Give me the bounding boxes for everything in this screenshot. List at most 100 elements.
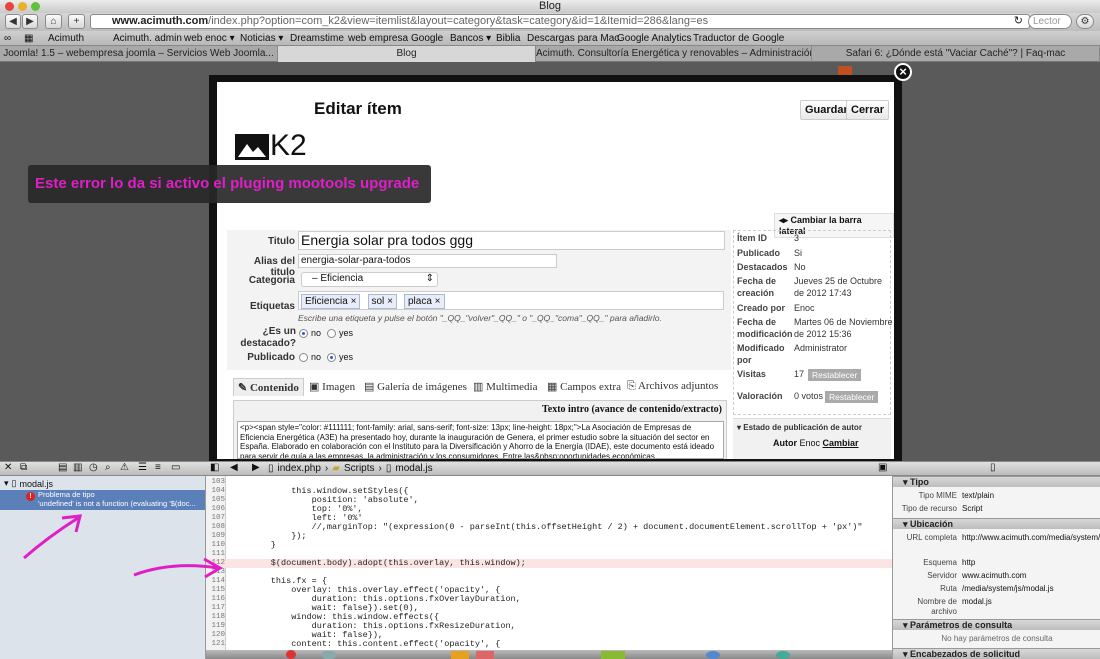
network-icon[interactable]: ▥: [73, 462, 82, 473]
close-button[interactable]: Cerrar: [846, 100, 890, 120]
reading-list-icon[interactable]: ∞: [4, 31, 11, 46]
tag-chip[interactable]: Eficiencia ×: [301, 294, 361, 309]
tag-chip[interactable]: sol ×: [367, 294, 397, 309]
change-author-link[interactable]: Cambiar: [823, 438, 859, 448]
nav-back-icon[interactable]: ◀: [230, 462, 238, 473]
meta-value: 0 votos: [794, 391, 824, 401]
back-button[interactable]: ◀: [5, 14, 21, 29]
intro-text-label: Texto intro (avance de contenido/extract…: [542, 404, 722, 415]
tab-gallery[interactable]: ▤ Galería de imágenes: [360, 378, 471, 395]
dock-app-icon[interactable]: [322, 651, 336, 659]
close-inspector-icon[interactable]: ✕: [4, 462, 12, 473]
tag-chip[interactable]: placa ×: [403, 294, 445, 309]
remove-tag-icon[interactable]: ×: [435, 296, 441, 307]
timeline-icon[interactable]: ◷: [89, 462, 98, 473]
reload-icon[interactable]: ↻: [1014, 15, 1023, 28]
browser-tab-active[interactable]: Blog: [278, 46, 536, 62]
breadcrumb-item[interactable]: index.php: [278, 463, 321, 474]
modal-close-icon[interactable]: ×: [894, 63, 912, 81]
section-headers-header[interactable]: ▾ Encabezados de solicitud: [893, 648, 1100, 659]
search-icon[interactable]: ⌕: [105, 462, 111, 473]
reader-button[interactable]: Lector: [1028, 14, 1072, 29]
minimize-window-icon[interactable]: [18, 2, 27, 11]
title-label: Titulo: [267, 236, 295, 247]
bookmark-item[interactable]: Acimuth: [48, 31, 84, 46]
meta-value: Administrator: [794, 343, 848, 353]
remove-tag-icon[interactable]: ×: [387, 296, 393, 307]
address-bar[interactable]: www.acimuth.com/index.php?option=com_k2&…: [90, 14, 1030, 29]
line-number: 108: [211, 523, 225, 531]
dock-app-icon[interactable]: [451, 651, 469, 659]
dock-icon[interactable]: ⧉: [20, 462, 27, 473]
section-type-header[interactable]: ▾ Tipo: [893, 476, 1100, 487]
zoom-window-icon[interactable]: [31, 2, 40, 11]
error-row[interactable]: ! Problema de tipo 'undefined' is not a …: [0, 490, 205, 510]
reset-hits-button[interactable]: Restablecer: [808, 369, 862, 381]
tab-image[interactable]: ▣ Imagen: [305, 378, 359, 395]
featured-label: ¿Es un destacado?: [240, 326, 296, 349]
tab-content[interactable]: ✎ Contenido: [233, 378, 304, 396]
browser-tab[interactable]: Joomla! 1.5 – webempresa joomla – Servic…: [0, 46, 278, 62]
nav-forward-icon[interactable]: ▶: [252, 462, 260, 473]
new-tab-button[interactable]: +: [68, 14, 85, 29]
save-button[interactable]: Guardar: [800, 100, 853, 120]
bookmark-item[interactable]: Google Analytics: [617, 31, 692, 46]
home-button[interactable]: ⌂: [45, 14, 62, 29]
tab-extra-fields[interactable]: ▦ Campos extra: [543, 378, 625, 395]
dock-app-icon[interactable]: [476, 651, 494, 659]
close-window-icon[interactable]: [5, 2, 14, 11]
bookmark-item[interactable]: Traductor de Google: [693, 31, 784, 46]
section-location-header[interactable]: ▾ Ubicación: [893, 518, 1100, 529]
breadcrumb-item[interactable]: Scripts: [344, 463, 375, 474]
bookmark-item[interactable]: Bancos ▾: [450, 31, 491, 46]
featured-yes-radio[interactable]: [327, 328, 337, 338]
js-file-icon: ▯: [11, 478, 17, 488]
warning-icon[interactable]: ⚠: [120, 462, 129, 473]
bookmark-item[interactable]: Google: [411, 31, 443, 46]
top-sites-icon[interactable]: ▦: [24, 31, 33, 46]
tab-multimedia[interactable]: ▥ Multimedia: [469, 378, 541, 395]
author-state-header[interactable]: ▾ Estado de publicación de autor: [737, 423, 862, 432]
tab-attachments[interactable]: ⎘ Archivos adjuntos: [623, 378, 722, 395]
settings-gear-icon[interactable]: ⚙: [1076, 14, 1094, 29]
forward-button[interactable]: ▶: [22, 14, 38, 29]
log-icon[interactable]: ▭: [171, 462, 180, 473]
bookmark-item[interactable]: web empresa: [348, 31, 408, 46]
dock-app-icon[interactable]: [286, 650, 296, 659]
bookmark-item[interactable]: Biblia: [496, 31, 520, 46]
browser-tab[interactable]: Acimuth. Consultoría Energética y renova…: [536, 46, 812, 62]
reset-rating-button[interactable]: Restablecer: [825, 391, 879, 403]
tag-label: sol: [371, 296, 385, 307]
browser-tab[interactable]: Safari 6: ¿Dónde está "Vaciar Caché"? | …: [812, 46, 1100, 62]
bookmark-item[interactable]: Noticias ▾: [240, 31, 283, 46]
remove-tag-icon[interactable]: ×: [351, 296, 357, 307]
section-params-header[interactable]: ▾ Parámetros de consulta: [893, 619, 1100, 630]
alias-input[interactable]: energia-solar-para-todos: [298, 254, 557, 268]
image-icon: ▣: [309, 381, 323, 393]
dock: [206, 650, 892, 659]
dock-app-icon[interactable]: [601, 651, 625, 659]
intro-text-editor[interactable]: <p><span style="color: #111111; font-fam…: [237, 421, 724, 459]
tags-input[interactable]: Eficiencia × sol × placa ×: [298, 291, 724, 310]
dock-app-icon[interactable]: [776, 651, 790, 659]
breadcrumb-item[interactable]: modal.js: [395, 463, 432, 474]
bookmark-item[interactable]: web enoc ▾: [184, 31, 235, 46]
file-tree-item[interactable]: ▾ ▯ modal.js: [4, 478, 53, 489]
pretty-print-icon[interactable]: ▣: [878, 462, 887, 473]
bookmark-item[interactable]: Dreamstime: [290, 31, 344, 46]
featured-no-radio[interactable]: [299, 328, 308, 338]
details-icon[interactable]: ▯: [990, 462, 996, 473]
published-yes-radio[interactable]: [327, 352, 337, 362]
console-icon[interactable]: ☰: [138, 462, 147, 473]
sidebar-toggle-icon[interactable]: ◧: [210, 462, 219, 473]
bookmark-item[interactable]: Acimuth. admin: [113, 31, 182, 46]
dock-app-icon[interactable]: [706, 651, 720, 659]
category-value: – Eficiencia: [312, 273, 364, 284]
published-no-radio[interactable]: [299, 352, 308, 362]
title-input[interactable]: Energia solar pra todos ggg: [298, 231, 725, 250]
list-icon[interactable]: ≡: [155, 462, 161, 473]
resources-icon[interactable]: ▤: [58, 462, 67, 473]
category-select[interactable]: – Eficiencia ⇕: [301, 272, 438, 287]
source-code-view[interactable]: 103 104 this.window.setStyles({ 105 posi…: [206, 476, 892, 659]
bookmark-item[interactable]: Descargas para Mac: [527, 31, 619, 46]
